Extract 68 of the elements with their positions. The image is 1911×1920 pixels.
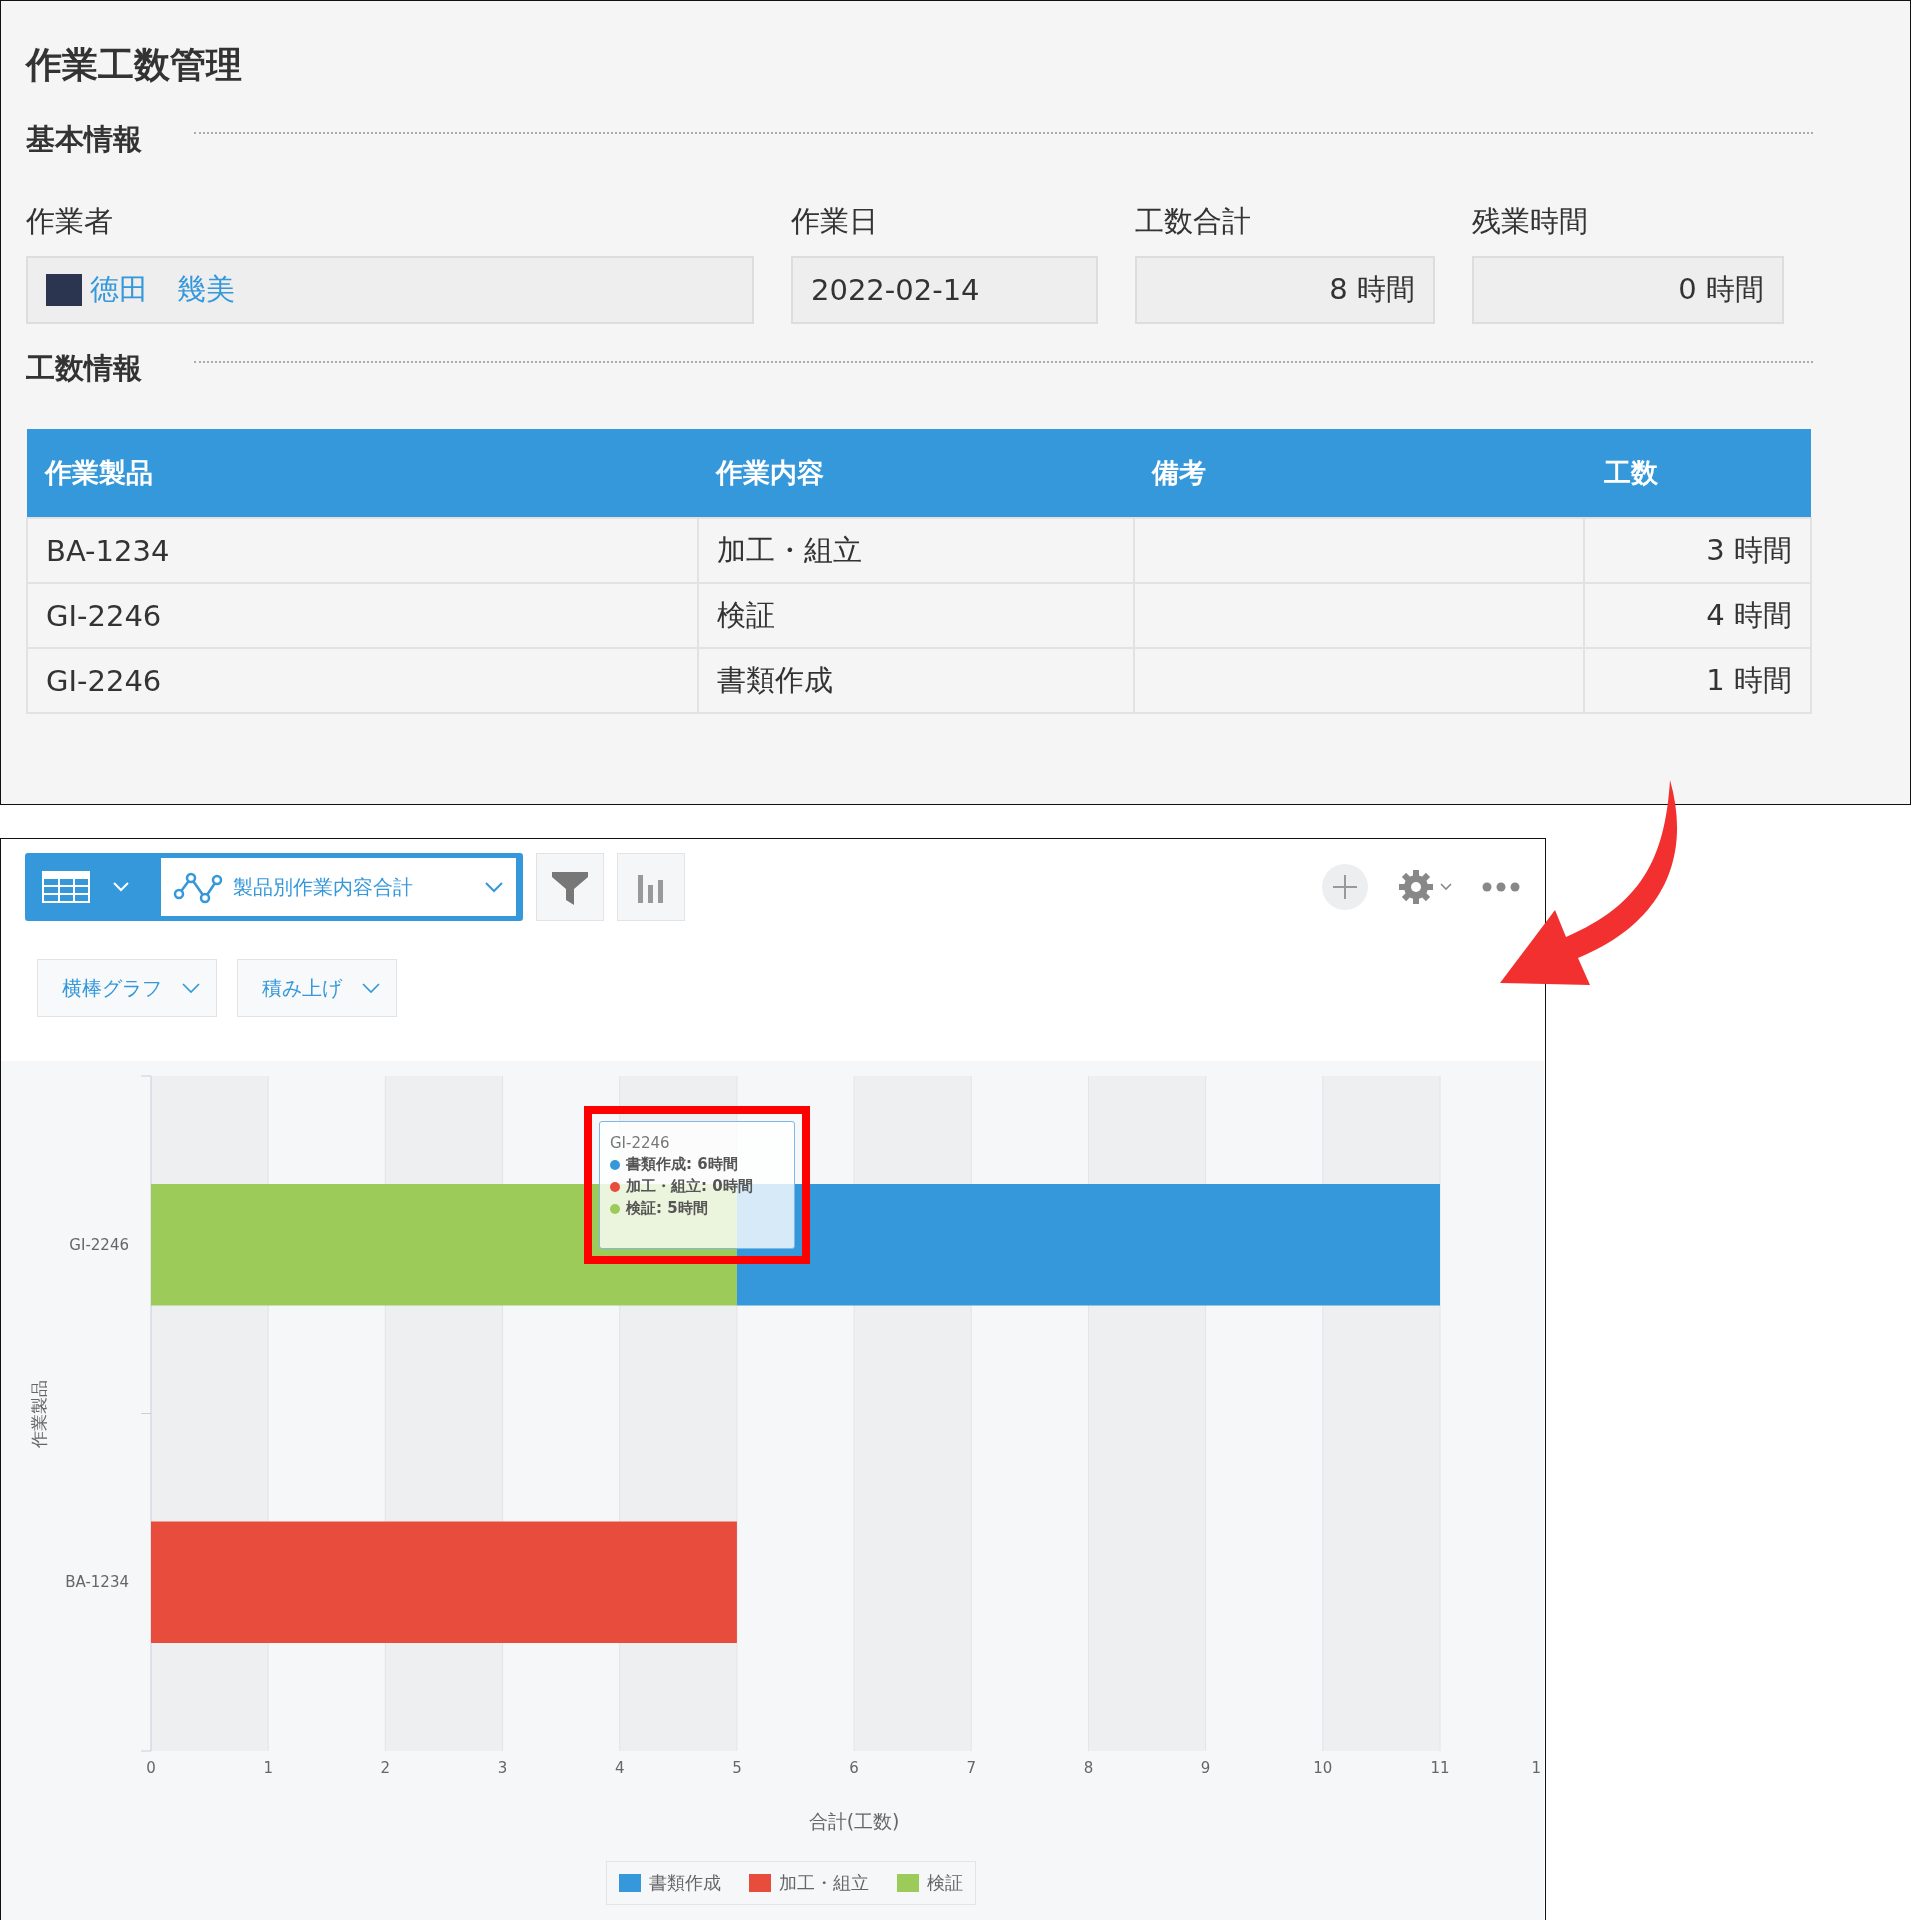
date-field: 2022-02-14: [791, 256, 1098, 324]
tick-label: 7: [966, 1759, 977, 1777]
tick-label: 3: [497, 1759, 508, 1777]
table-cell: 書類作成: [697, 648, 1134, 713]
table-cell: GI-2246: [27, 583, 698, 648]
form-title: 作業工数管理: [26, 43, 243, 87]
tooltip-line: 検証: 5時間: [626, 1199, 708, 1218]
table-cell: 4 時間: [1583, 583, 1811, 648]
section-title: 工数情報: [26, 350, 142, 387]
settings-icon: [1398, 869, 1434, 905]
tick-label: 8: [1083, 1759, 1094, 1777]
section-title: 基本情報: [26, 121, 142, 158]
caret-icon: [112, 881, 130, 893]
category-label: BA-1234: [65, 1573, 129, 1592]
filter-button[interactable]: [536, 853, 604, 921]
column-header: 工数: [1583, 429, 1811, 518]
tick-label: 5: [732, 1759, 742, 1777]
table-cell: BA-1234: [27, 518, 698, 583]
caret-icon: [362, 982, 380, 994]
tick-label: 10: [1313, 1759, 1333, 1777]
tick-label: 11: [1430, 1759, 1450, 1777]
number-field: 8 時間: [1135, 256, 1435, 324]
graph-button[interactable]: [617, 853, 685, 921]
category-label: GI-2246: [69, 1235, 129, 1254]
tooltip-line: 加工・組立: 0時間: [626, 1177, 753, 1196]
caret-icon: [182, 982, 200, 994]
tooltip-line: 書類作成: 6時間: [626, 1155, 738, 1174]
caret-icon: [1440, 883, 1452, 891]
tick-label: 6: [849, 1759, 859, 1777]
field-label: 作業者: [26, 203, 114, 240]
field-label: 工数合計: [1135, 203, 1252, 240]
table-cell: 3 時間: [1583, 518, 1811, 583]
legend-label[interactable]: 書類作成: [649, 1871, 721, 1895]
tick-label: 0: [146, 1759, 156, 1777]
table-icon: [42, 871, 90, 903]
tooltip-title: GI-2246: [610, 1134, 671, 1152]
legend-label[interactable]: 検証: [927, 1871, 963, 1895]
axis-title: 合計(工数): [808, 1810, 900, 1832]
field-label: 作業日: [791, 203, 879, 240]
view-selector[interactable]: 製品別作業内容合計: [25, 853, 523, 921]
more-icon: [1482, 882, 1520, 892]
settings-button[interactable]: [1398, 869, 1452, 905]
user-link[interactable]: 徳田 幾美: [90, 270, 235, 310]
line-chart-icon: [173, 870, 223, 904]
plus-icon: [1332, 874, 1358, 900]
tick-label: 9: [1200, 1759, 1211, 1777]
tick-label: 1: [1531, 1759, 1541, 1777]
tick-label: 1: [263, 1759, 273, 1777]
chart-option-dropdown[interactable]: 横棒グラフ: [37, 959, 217, 1017]
table-cell: 1 時間: [1583, 648, 1811, 713]
caret-icon: [484, 881, 504, 893]
add-button[interactable]: [1322, 864, 1368, 910]
tick-label: 2: [380, 1759, 391, 1777]
field-label: 残業時間: [1472, 203, 1589, 240]
graph-dropdown[interactable]: 製品別作業内容合計: [161, 858, 516, 916]
tick-label: 4: [614, 1759, 625, 1777]
number-field: 0 時間: [1472, 256, 1784, 324]
avatar-placeholder: [46, 274, 82, 306]
chart-option-dropdown[interactable]: 積み上げ: [237, 959, 397, 1017]
more-button[interactable]: [1482, 882, 1520, 892]
legend-label[interactable]: 加工・組立: [779, 1871, 869, 1895]
table-cell: GI-2246: [27, 648, 698, 713]
column-header: 作業内容: [697, 429, 1134, 518]
axis-title: 作業製品: [29, 1379, 49, 1448]
table-cell: 加工・組立: [697, 518, 1134, 583]
column-header: 備考: [1134, 429, 1584, 518]
table-cell: 検証: [697, 583, 1134, 648]
column-header: 作業製品: [27, 429, 698, 518]
